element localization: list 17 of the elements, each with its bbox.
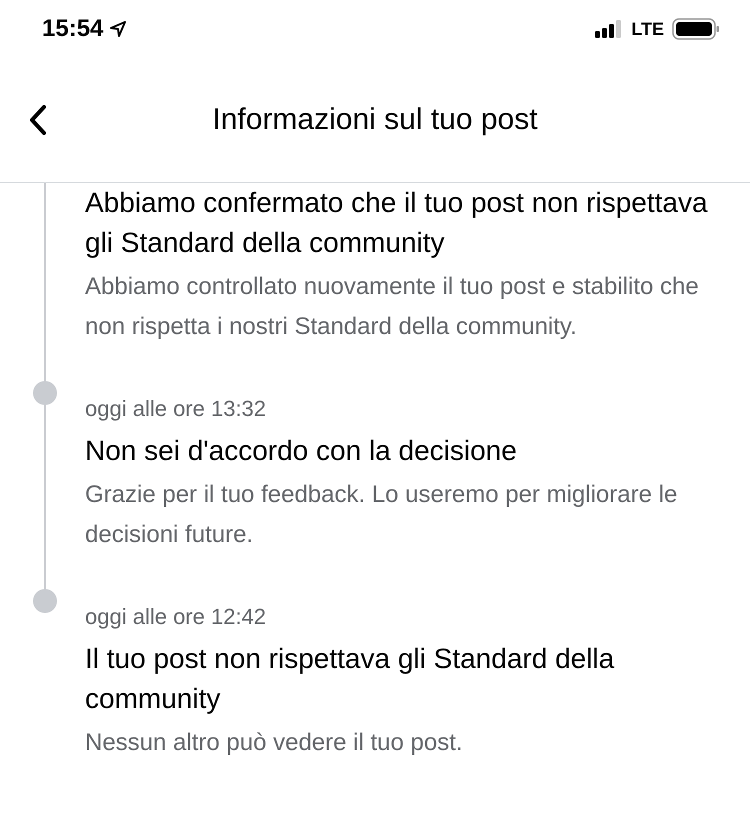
back-chevron-icon[interactable] <box>28 104 48 136</box>
event-description: Nessun altro può vedere il tuo post. <box>85 728 464 758</box>
signal-icon <box>595 20 624 38</box>
event-description: Grazie per il tuo feedback. Lo useremo per migliorare le decisioni future. <box>85 480 678 550</box>
event-description: Abbiamo controllato nuovamente il tuo post e stabilito che non rispetta i nostri Standard della community. <box>85 272 700 342</box>
event-time: oggi alle ore 12:42 <box>85 603 268 631</box>
event-title: Non sei d'accordo con la decisione <box>85 434 518 468</box>
event-title: Il tuo post non rispettava gli Standard della community <box>85 642 616 716</box>
page-title: Informazioni sul tuo post <box>212 103 538 137</box>
status-time: 15:54 <box>42 15 104 43</box>
timeline-dot <box>33 589 57 613</box>
network-type: LTE <box>631 18 664 40</box>
timeline-dot <box>33 381 57 405</box>
event-time: oggi alle ore 13:32 <box>85 395 268 423</box>
location-arrow-icon <box>109 20 128 38</box>
battery-icon <box>672 18 720 40</box>
event-title: Abbiamo confermato che il tuo post non rispettava gli Standard della community <box>85 186 709 260</box>
